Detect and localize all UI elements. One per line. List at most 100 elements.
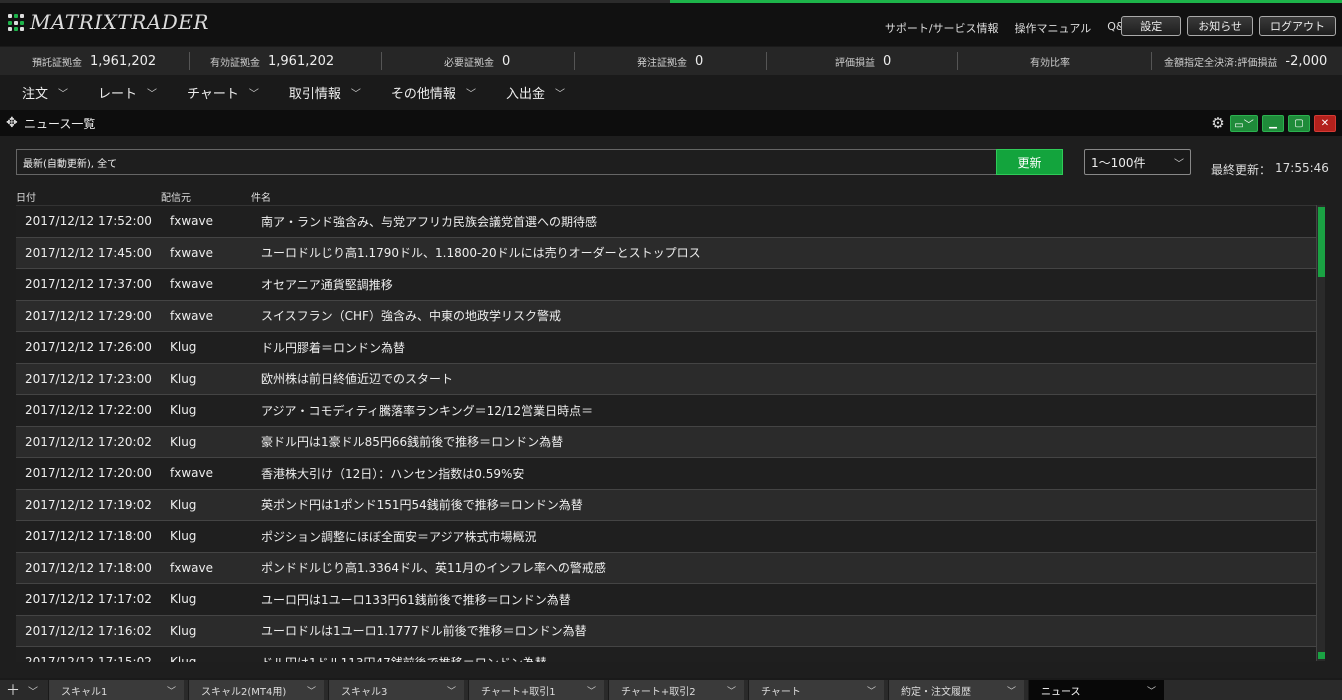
table-row[interactable]: 2017/12/12 17:23:00 Klug 欧州株は前日終値近辺でのスタート — [16, 363, 1318, 395]
news-table: 2017/12/12 17:52:00 fxwave 南ア・ランド強含み、与党アフリ… — [16, 205, 1318, 662]
chevron-down-icon[interactable]: ﹀ — [1007, 684, 1016, 697]
tab-3[interactable]: スキャル3 ﹀ — [328, 680, 464, 700]
news-subject[interactable]: アジア・コモディティ騰落率ランキング＝12/12営業日時点＝ — [251, 402, 1318, 419]
news-subject[interactable]: スイスフラン（CHF）強含み、中東の地政学リスク警戒 — [251, 307, 1318, 324]
table-row[interactable]: 2017/12/12 17:37:00 fxwave オセアニア通貨堅調推移 — [16, 269, 1318, 301]
chevron-down-icon[interactable]: ﹀ — [167, 684, 176, 697]
tab-5[interactable]: チャート+取引2 ﹀ — [608, 680, 744, 700]
news-subject[interactable]: ユーロドルじり高1.1790ドル、1.1800-20ドルには売りオーダーとストッ… — [251, 244, 1318, 261]
news-source: fxwave — [170, 245, 213, 260]
news-date: 2017/12/12 17:45:00 — [25, 245, 152, 260]
news-subject[interactable]: ポジション調整にほぼ全面安＝アジア株式市場概況 — [251, 528, 1318, 545]
news-date: 2017/12/12 17:22:00 — [25, 403, 152, 418]
menu-other-info[interactable]: その他情報 ﹀ — [381, 83, 486, 102]
scrollbar-thumb[interactable] — [1318, 207, 1325, 277]
table-row[interactable]: 2017/12/12 17:45:00 fxwave ユーロドルじり高1.1790ド… — [16, 237, 1318, 269]
tab-4[interactable]: チャート+取引1 ﹀ — [468, 680, 604, 700]
col-date[interactable]: 日付 — [16, 189, 36, 204]
table-row[interactable]: 2017/12/12 17:15:02Klugドル円は1ドル113円47銭前後で… — [16, 647, 1318, 662]
table-row[interactable]: 2017/12/12 17:18:00 Klug ポジション調整にほぼ全面安＝アジア… — [16, 521, 1318, 553]
menu-trade-info[interactable]: 取引情報 ﹀ — [279, 83, 371, 102]
add-tab-button[interactable]: ＋ ﹀ — [0, 680, 44, 700]
logout-button[interactable]: ログアウト — [1259, 16, 1336, 36]
menu-deposit-withdraw[interactable]: 入出金 ﹀ — [496, 83, 575, 102]
news-date: 2017/12/12 17:23:00 — [25, 371, 152, 386]
news-date: 2017/12/12 17:26:00 — [25, 340, 152, 355]
table-row[interactable]: 2017/12/12 17:16:02 Klug ユーロドルは1ユーロ1.1777ド… — [16, 615, 1318, 647]
news-subject[interactable]: 豪ドル円は1豪ドル85円66銭前後で推移＝ロンドン為替 — [251, 433, 1318, 450]
chevron-down-icon[interactable]: ﹀ — [1147, 684, 1156, 697]
manual-link[interactable]: 操作マニュアル — [1015, 20, 1092, 36]
tab-1[interactable]: スキャル1 ﹀ — [48, 680, 184, 700]
news-subject[interactable]: オセアニア通貨堅調推移 — [251, 276, 1318, 293]
news-subject[interactable]: 香港株大引け（12日）：ハンセン指数は0.59%安 — [251, 465, 1318, 482]
tab-6[interactable]: チャート ﹀ — [748, 680, 884, 700]
col-subject[interactable]: 件名 — [251, 189, 271, 204]
news-source: fxwave — [170, 277, 213, 292]
margin-required: 必要証拠金 0 — [382, 52, 575, 70]
news-subject[interactable]: ユーロ円は1ユーロ133円61銭前後で推移＝ロンドン為替 — [251, 591, 1318, 608]
close-button[interactable]: ✕ — [1314, 114, 1336, 132]
refresh-button[interactable]: 更新 — [996, 149, 1063, 175]
news-subject[interactable]: ドル円膠着＝ロンドン為替 — [251, 339, 1318, 356]
chevron-down-icon[interactable]: ﹀ — [727, 684, 736, 697]
chevron-down-icon[interactable]: ﹀ — [867, 684, 876, 697]
table-row[interactable]: 2017/12/12 17:29:00 fxwave スイスフラン（CHF）強含み、… — [16, 300, 1318, 332]
news-subject[interactable]: ポンドドルじり高1.3364ドル、英11月のインフレ率への警戒感 — [251, 559, 1318, 576]
layout-menu-button[interactable]: ▭﹀ — [1230, 114, 1258, 132]
tab-2[interactable]: スキャル2(MT4用) ﹀ — [188, 680, 324, 700]
chevron-down-icon: ﹀ — [1174, 158, 1184, 170]
maximize-button[interactable]: ▢ — [1288, 114, 1310, 132]
chevron-down-icon[interactable]: ﹀ — [447, 684, 456, 697]
table-row[interactable]: 2017/12/12 17:18:00 fxwave ポンドドルじり高1.3364ド… — [16, 552, 1318, 584]
tab-7[interactable]: 約定・注文履歴 ﹀ — [888, 680, 1024, 700]
news-subject[interactable]: 英ポンド円は1ポンド151円54銭前後で推移＝ロンドン為替 — [251, 496, 1318, 513]
header-buttons: 設定 お知らせ ログアウト — [1121, 16, 1336, 36]
news-source: Klug — [170, 403, 197, 418]
minimize-button[interactable]: ▁ — [1262, 114, 1284, 132]
top-progress-bar — [0, 0, 1342, 3]
news-subject[interactable]: 南ア・ランド強含み、与党アフリカ民族会議党首選への期待感 — [251, 213, 1318, 230]
range-select[interactable]: 1～100件 ﹀ — [1084, 149, 1191, 175]
news-date: 2017/12/12 17:29:00 — [25, 308, 152, 323]
table-row[interactable]: 2017/12/12 17:52:00 fxwave 南ア・ランド強含み、与党アフリ… — [16, 206, 1318, 238]
table-row[interactable]: 2017/12/12 17:20:02 Klug 豪ドル円は1豪ドル85円66銭前後… — [16, 426, 1318, 458]
news-subject[interactable]: ユーロドルは1ユーロ1.1777ドル前後で推移＝ロンドン為替 — [251, 622, 1318, 639]
move-icon[interactable]: ✥ — [6, 115, 20, 131]
tab-8[interactable]: ニュース ﹀ — [1028, 680, 1164, 700]
news-subject[interactable]: ドル円は1ドル113円47銭前後で推移＝ロンドン為替 — [251, 654, 1318, 662]
panel-title: ニュース一覧 — [24, 116, 96, 131]
news-filter-field[interactable]: 最新(自動更新), 全て — [16, 149, 997, 175]
table-row[interactable]: 2017/12/12 17:17:02 Klug ユーロ円は1ユーロ133円61銭前… — [16, 584, 1318, 616]
news-source: Klug — [170, 592, 197, 607]
menu-rate[interactable]: レート ﹀ — [88, 83, 167, 102]
gear-icon[interactable]: ⚙ — [1210, 114, 1226, 132]
top-header: MATRIXTRADER サポート/サービス情報 操作マニュアル Q&A 設定 … — [0, 0, 1342, 46]
margin-effective: 有効証拠金 1,961,202 — [190, 52, 382, 70]
table-row[interactable]: 2017/12/12 17:22:00 Klug アジア・コモディティ騰落率ランキン… — [16, 395, 1318, 427]
table-row[interactable]: 2017/12/12 17:20:00 fxwave 香港株大引け（12日）：ハンセ… — [16, 458, 1318, 490]
table-row[interactable]: 2017/12/12 17:19:02 Klug 英ポンド円は1ポンド151円54銭… — [16, 489, 1318, 521]
tab-label: チャート+取引2 — [621, 686, 696, 698]
news-subject[interactable]: 欧州株は前日終値近辺でのスタート — [251, 370, 1318, 387]
settings-button[interactable]: 設定 — [1121, 16, 1182, 36]
logo-text: MATRIXTRADER — [30, 10, 209, 34]
col-source[interactable]: 配信元 — [161, 189, 191, 204]
news-source: fxwave — [170, 308, 213, 323]
filter-value: 最新(自動更新), 全て — [23, 158, 118, 170]
tab-label: 約定・注文履歴 — [901, 686, 971, 698]
table-row[interactable]: 2017/12/12 17:26:00 Klug ドル円膠着＝ロンドン為替 — [16, 332, 1318, 364]
menu-chart[interactable]: チャート ﹀ — [177, 83, 269, 102]
news-source: Klug — [170, 623, 197, 638]
support-link[interactable]: サポート/サービス情報 — [885, 20, 999, 36]
chevron-down-icon: ﹀ — [147, 88, 158, 100]
scrollbar-end[interactable] — [1318, 652, 1325, 659]
news-source: Klug — [170, 529, 197, 544]
notice-button[interactable]: お知らせ — [1187, 16, 1253, 36]
chevron-down-icon[interactable]: ﹀ — [587, 684, 596, 697]
minimize-icon: ▁ — [1269, 117, 1277, 129]
scrollbar[interactable] — [1316, 205, 1325, 661]
chevron-down-icon[interactable]: ﹀ — [307, 684, 316, 697]
menu-order[interactable]: 注文 ﹀ — [12, 83, 78, 102]
main-menu: 注文 ﹀ レート ﹀ チャート ﹀ 取引情報 ﹀ その他情報 ﹀ 入出金 ﹀ — [0, 78, 1342, 106]
